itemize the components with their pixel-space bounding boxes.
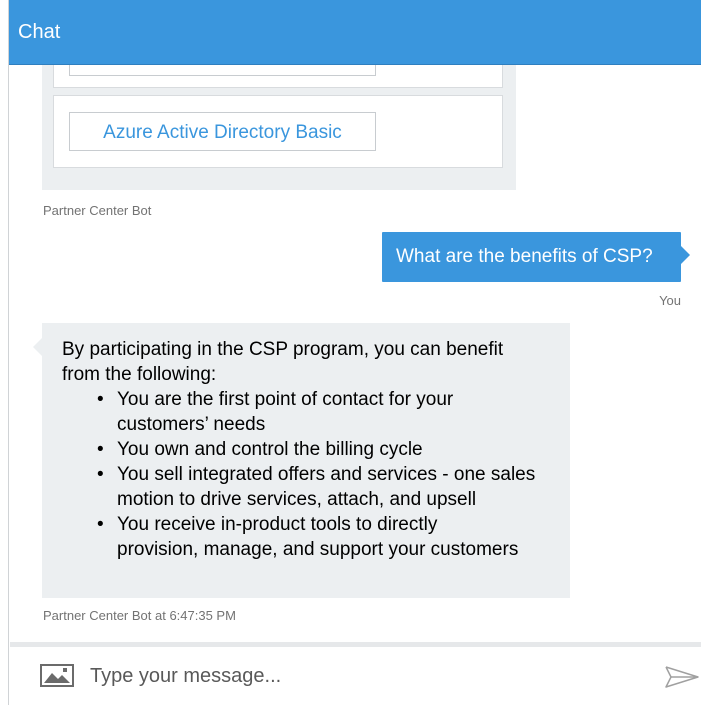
list-item-text: motion to drive services, attach, and up… [117,489,477,510]
left-border [0,0,9,705]
list-item: • You sell integrated offers and service… [97,462,558,512]
list-item-text: provision, manage, and support your cust… [117,539,519,560]
list-item: • You are the first point of contact for… [97,387,558,437]
card-cell: Azure Active Directory Basic [53,95,503,168]
benefits-list: • You are the first point of contact for… [62,387,558,562]
bullet-glyph: • [97,389,104,410]
chat-title: Chat [18,21,61,43]
list-item: • You receive in-product tools to direct… [97,512,558,562]
card-action-button[interactable]: Office 365 Business Premium [69,65,376,76]
send-icon[interactable] [664,665,700,689]
card-action-button[interactable]: Azure Active Directory Basic [69,112,376,151]
message-sender: Partner Center Bot [43,203,152,218]
bullet-glyph: • [97,439,104,460]
list-item-text: You sell integrated offers and services … [117,464,536,485]
list-item-text: You own and control the billing cycle [117,439,423,460]
user-message-bubble: What are the benefits of CSP? [382,232,681,282]
bullet-glyph: • [97,514,104,535]
bot-message-bubble: By participating in the CSP program, you… [42,323,570,598]
chat-header: Chat [9,0,701,65]
bot-message-intro: By participating in the CSP program, you… [62,339,504,360]
list-item-text: You receive in-product tools to directly [117,514,438,535]
list-item-text: You are the first point of contact for y… [117,389,454,410]
message-sender: You [659,293,681,308]
list-item: • You own and control the billing cycle [97,437,558,462]
message-input-bar [10,647,701,705]
message-history[interactable]: Office 365 Business Premium Azure Active… [10,65,701,642]
bot-message-intro: from the following: [62,364,217,385]
hero-card-list: Office 365 Business Premium Azure Active… [42,65,516,190]
message-sender-timestamp: Partner Center Bot at 6:47:35 PM [43,608,236,623]
card-cell: Office 365 Business Premium [53,65,503,88]
message-input[interactable] [90,659,650,693]
list-item-text: customers’ needs [117,414,266,435]
image-upload-icon[interactable] [40,664,74,687]
bullet-glyph: • [97,464,104,485]
chat-window: Chat Office 365 Business Premium Azure A… [0,0,701,705]
bubble-tail [33,338,42,356]
bubble-tail [681,246,690,264]
